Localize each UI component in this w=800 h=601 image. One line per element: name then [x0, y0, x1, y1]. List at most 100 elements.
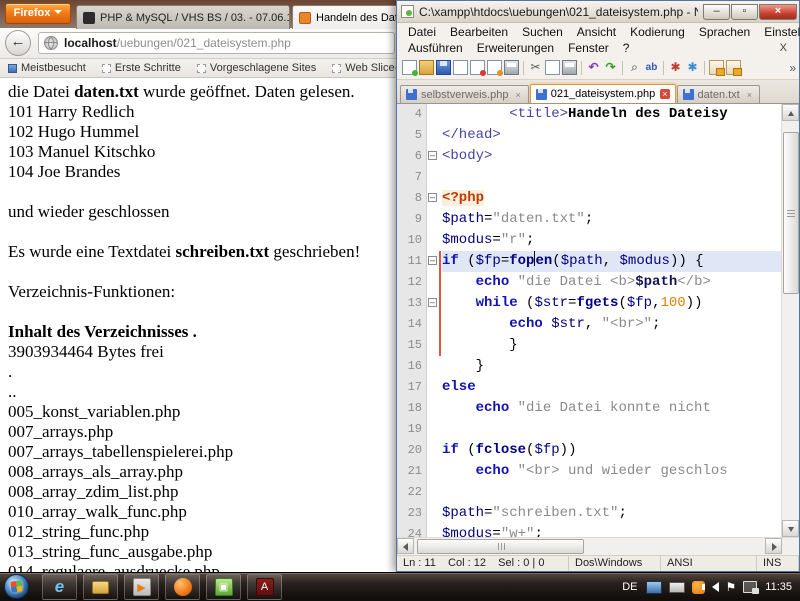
paste-icon[interactable]: [562, 60, 577, 75]
fold-cell: [427, 503, 442, 524]
document-tab-label: 021_dateisystem.php: [551, 88, 656, 100]
scroll-right-arrow[interactable]: [765, 538, 782, 554]
network-icon[interactable]: [743, 581, 757, 593]
close-all-icon[interactable]: [487, 60, 502, 75]
keyboard-language-indicator[interactable]: DE: [622, 581, 637, 593]
menu-item-fenster[interactable]: Fenster: [561, 41, 616, 55]
fold-cell: [427, 461, 442, 482]
close-button[interactable]: ×: [759, 4, 797, 20]
code-token: [442, 400, 476, 416]
start-button[interactable]: [4, 574, 29, 599]
menu-item-bearbeiten[interactable]: Bearbeiten: [443, 25, 515, 39]
doc-map-icon[interactable]: [726, 60, 741, 75]
fold-collapse-icon[interactable]: –: [428, 193, 437, 202]
record-macro-icon[interactable]: ✱: [668, 60, 683, 75]
page-text-line: [8, 222, 398, 242]
code-token: "daten.txt": [492, 211, 584, 227]
fold-cell: [427, 377, 442, 398]
menu-item-ansicht[interactable]: Ansicht: [570, 25, 623, 39]
menu-item-erweiterungen[interactable]: Erweiterungen: [470, 41, 561, 55]
menu-item-kodierung[interactable]: Kodierung: [623, 25, 692, 39]
bookmark-label: Vorgeschlagene Sites: [210, 62, 316, 74]
document-tab-close-icon[interactable]: ×: [745, 90, 754, 100]
menu-item-einstellungen[interactable]: Einstellungen: [757, 25, 800, 39]
play-macro-icon[interactable]: ✱: [685, 60, 700, 75]
code-line: $modus="r";: [442, 230, 781, 251]
cut-icon[interactable]: ✂: [528, 60, 543, 75]
code-token: (: [552, 253, 560, 269]
document-tab[interactable]: daten.txt×: [677, 85, 760, 103]
code-token: [543, 316, 551, 332]
document-tab-close-icon[interactable]: ×: [513, 90, 522, 100]
new-file-icon[interactable]: [402, 60, 417, 75]
code-token: while: [476, 295, 518, 311]
menu-item-suchen[interactable]: Suchen: [515, 25, 570, 39]
redo-icon[interactable]: ↷: [603, 60, 618, 75]
scroll-down-arrow[interactable]: [782, 520, 799, 537]
menu-item-sprachen[interactable]: Sprachen: [692, 25, 757, 39]
bookmark-item[interactable]: Meistbesucht: [0, 59, 94, 77]
code-text-area[interactable]: <title>Handeln des Dateisy</head><body> …: [442, 104, 781, 537]
horizontal-scrollbar[interactable]: [397, 537, 799, 555]
document-tab[interactable]: selbstverweis.php×: [400, 85, 529, 103]
fold-cell: [427, 524, 442, 537]
bookmark-item[interactable]: Vorgeschlagene Sites: [189, 59, 324, 77]
flag-icon[interactable]: ⚑: [726, 580, 737, 594]
fold-cell: –: [427, 293, 442, 314]
vertical-scrollbar[interactable]: [781, 104, 799, 537]
scroll-up-arrow[interactable]: [782, 104, 799, 121]
toolbar: ✂ ↶↷ ⌕ab ✱✱ »: [397, 56, 799, 80]
browser-tab[interactable]: PHP & MySQL / VHS BS / 03. - 07.06.13×: [76, 5, 290, 29]
line-number: 19: [397, 419, 422, 440]
open-file-icon[interactable]: [419, 60, 434, 75]
scroll-left-arrow[interactable]: [397, 538, 414, 554]
address-bar[interactable]: localhost /uebungen/021_dateisystem.php: [38, 32, 395, 54]
page-text-line: 008_array_zdim_list.php: [8, 482, 398, 502]
fold-collapse-icon[interactable]: –: [428, 298, 437, 307]
taskbar-button-internet-explorer[interactable]: e: [42, 574, 77, 600]
keyboard-icon[interactable]: [669, 582, 685, 593]
close-document-icon[interactable]: X: [772, 42, 795, 54]
toolbar-overflow-icon[interactable]: »: [789, 61, 796, 75]
save-copy-icon[interactable]: [453, 60, 468, 75]
taskbar-button-media-player[interactable]: ▶: [124, 574, 159, 600]
horizontal-scroll-thumb[interactable]: [417, 539, 584, 554]
page-text-line: 005_konst_variablen.php: [8, 402, 398, 422]
bookmark-item[interactable]: Erste Schritte: [94, 59, 189, 77]
doc-switch-icon[interactable]: [709, 60, 724, 75]
undo-icon[interactable]: ↶: [586, 60, 601, 75]
notepadpp-titlebar[interactable]: C:\xampp\htdocs\uebungen\021_dateisystem…: [397, 1, 799, 23]
page-text-line: [8, 262, 398, 282]
print-icon[interactable]: [504, 60, 519, 75]
maximize-button[interactable]: ▫: [731, 4, 758, 20]
document-tab-close-icon[interactable]: ×: [660, 89, 669, 99]
document-tab-bar: selbstverweis.php×021_dateisystem.php×da…: [397, 80, 799, 104]
firefox-app-button[interactable]: Firefox: [5, 3, 71, 24]
document-tab-active[interactable]: 021_dateisystem.php ×: [530, 84, 676, 103]
menu-item-ausfhren[interactable]: Ausführen: [401, 41, 470, 55]
close-file-icon[interactable]: [470, 60, 485, 75]
taskbar-button-windows-explorer[interactable]: [83, 574, 118, 600]
taskbar-pinned-apps: e ▶ ▣A: [42, 574, 282, 600]
menu-item-?[interactable]: ?: [616, 41, 637, 55]
save-file-icon[interactable]: [436, 60, 451, 75]
menu-item-datei[interactable]: Datei: [401, 25, 443, 39]
fold-collapse-icon[interactable]: –: [428, 256, 437, 265]
find-icon[interactable]: ⌕: [627, 60, 642, 75]
taskbar-button-firefox[interactable]: [165, 574, 200, 600]
code-token: die Datei: [8, 82, 74, 101]
fold-collapse-icon[interactable]: –: [428, 151, 437, 160]
copy-icon[interactable]: [545, 60, 560, 75]
minimize-button[interactable]: –: [703, 4, 730, 20]
back-button[interactable]: ←: [5, 30, 31, 56]
taskbar-button-adobe-reader[interactable]: A: [247, 574, 282, 600]
notepadpp-app-icon: [401, 5, 414, 18]
code-token: 007_arrays_tabellenspielerei.php: [8, 442, 233, 461]
vertical-scroll-thumb[interactable]: [783, 132, 799, 294]
replace-icon[interactable]: ab: [644, 60, 659, 75]
taskbar-clock[interactable]: 11:35: [765, 581, 796, 593]
display-icon[interactable]: [646, 581, 662, 594]
taskbar-button-image-viewer[interactable]: ▣: [206, 574, 241, 600]
placeholder-icon: [102, 64, 111, 73]
volume-icon[interactable]: [712, 582, 719, 592]
